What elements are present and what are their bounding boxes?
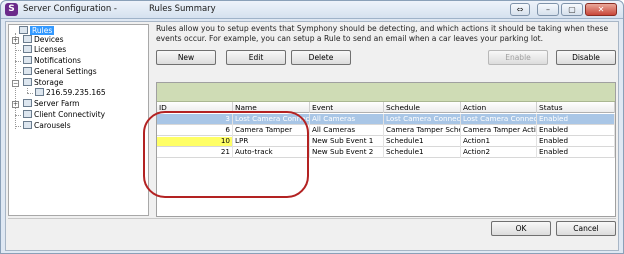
symphony-app-icon: S <box>5 3 18 16</box>
tree-connector <box>15 50 21 51</box>
maximize-button[interactable]: ▢ <box>561 3 583 16</box>
tree-connector <box>15 61 21 62</box>
delete-button[interactable]: Delete <box>291 50 351 65</box>
cell-schedule: Lost Camera Connecti... <box>386 114 461 125</box>
tree-item-client-connectivity[interactable]: Client Connectivity <box>23 110 105 120</box>
window-title: Server Configuration - <box>23 4 117 14</box>
storage-expander-icon[interactable]: − <box>12 80 19 87</box>
close-button[interactable]: ✕ <box>585 3 617 16</box>
annotation-ellipse <box>143 111 309 198</box>
server-configuration-window: S Server Configuration - Rules Summary ⇔… <box>0 0 624 254</box>
tree-connector <box>15 126 21 127</box>
tree-item-storage[interactable]: Storage <box>23 78 63 88</box>
dialog-body: Rules + Devices Licenses Notifications G… <box>5 21 619 251</box>
cell-action: Action2 <box>461 147 537 158</box>
client-icon <box>23 110 32 118</box>
tree-item-carousels[interactable]: Carousels <box>23 121 71 131</box>
cell-event: New Sub Event 2 <box>310 147 384 158</box>
rules-description: Rules allow you to setup events that Sym… <box>156 24 609 43</box>
disable-button[interactable]: Disable <box>556 50 616 65</box>
tree-item-storage-server[interactable]: 216.59.235.165 <box>35 88 106 98</box>
group-by-band <box>157 83 615 102</box>
cell-schedule: Schedule1 <box>384 136 461 147</box>
column-header-event[interactable]: Event <box>310 102 384 113</box>
cell-event: All Cameras <box>310 125 384 136</box>
carousel-icon <box>23 121 32 129</box>
cell-schedule: Camera Tamper Sche... <box>384 125 461 136</box>
settings-icon <box>23 67 32 75</box>
enable-button[interactable]: Enable <box>488 50 548 65</box>
cell-status: Enabled <box>537 125 615 136</box>
tree-item-server-farm[interactable]: Server Farm <box>23 99 79 109</box>
edit-button[interactable]: Edit <box>226 50 286 65</box>
column-header-action[interactable]: Action <box>461 102 537 113</box>
tree-item-devices[interactable]: Devices <box>23 35 64 45</box>
ok-button[interactable]: OK <box>491 221 551 236</box>
tree-connector <box>15 72 21 73</box>
restore-layout-icon[interactable]: ⇔ <box>510 3 530 16</box>
devices-expander-icon[interactable]: + <box>12 37 19 44</box>
column-header-status[interactable]: Status <box>537 102 615 113</box>
tree-connector <box>15 115 21 116</box>
tree-item-licenses[interactable]: Licenses <box>23 45 66 55</box>
cell-action: Camera Tamper Action <box>463 125 537 136</box>
tree-item-notifications[interactable]: Notifications <box>23 56 81 66</box>
settings-tree: Rules + Devices Licenses Notifications G… <box>8 24 149 216</box>
tree-connector <box>27 93 33 94</box>
title-bar[interactable]: S Server Configuration - Rules Summary ⇔… <box>1 1 623 19</box>
rules-icon <box>19 26 28 34</box>
minimize-button[interactable]: – <box>537 3 559 16</box>
column-header-schedule[interactable]: Schedule <box>384 102 461 113</box>
cell-event: All Cameras <box>310 114 384 125</box>
cell-event: New Sub Event 1 <box>310 136 384 147</box>
cell-status: Enabled <box>537 147 615 158</box>
server-farm-icon <box>23 99 32 107</box>
cell-status: Enabled <box>537 114 615 125</box>
cell-status: Enabled <box>537 136 615 147</box>
tree-item-general-settings[interactable]: General Settings <box>23 67 97 77</box>
licenses-icon <box>23 45 32 53</box>
new-button[interactable]: New <box>156 50 216 65</box>
cell-action: Action1 <box>461 136 537 147</box>
storage-icon <box>23 78 32 86</box>
server-icon <box>35 88 44 96</box>
server-farm-expander-icon[interactable]: + <box>12 101 19 108</box>
panel-title: Rules Summary <box>149 4 216 14</box>
cancel-button[interactable]: Cancel <box>556 221 616 236</box>
notifications-icon <box>23 56 32 64</box>
footer-divider <box>8 218 616 219</box>
devices-icon <box>23 35 32 43</box>
cell-action: Lost Camera Connecti... <box>461 114 537 125</box>
cell-schedule: Schedule1 <box>384 147 461 158</box>
